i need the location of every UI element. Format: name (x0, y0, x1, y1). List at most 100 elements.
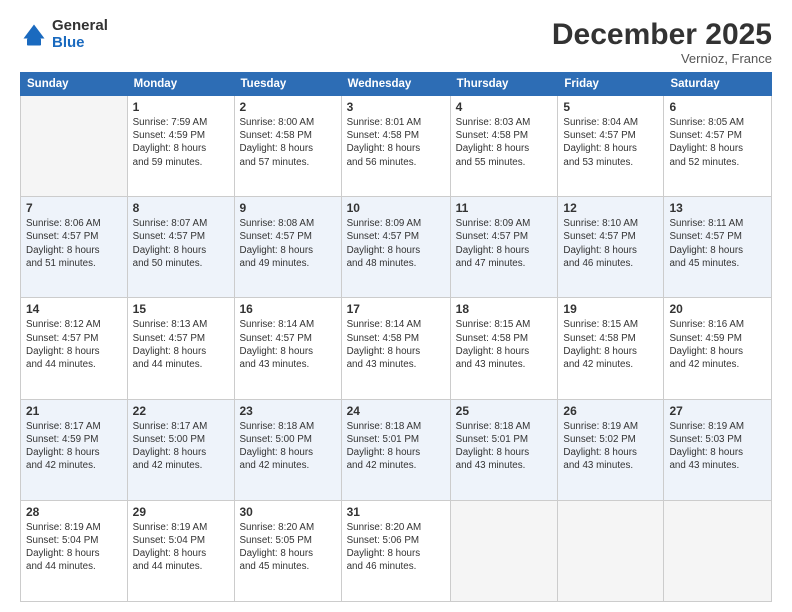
day-number: 26 (563, 404, 658, 418)
day-number: 5 (563, 100, 658, 114)
daylight-minutes-text: and 43 minutes. (456, 459, 553, 472)
daylight-text: Daylight: 8 hours (26, 446, 122, 459)
sunrise-text: Sunrise: 8:07 AM (133, 217, 229, 230)
daylight-text: Daylight: 8 hours (26, 547, 122, 560)
calendar-cell: 16 Sunrise: 8:14 AM Sunset: 4:57 PM Dayl… (234, 298, 341, 399)
sunset-text: Sunset: 4:57 PM (456, 230, 553, 243)
calendar-cell: 5 Sunrise: 8:04 AM Sunset: 4:57 PM Dayli… (558, 96, 664, 197)
calendar-week-row: 14 Sunrise: 8:12 AM Sunset: 4:57 PM Dayl… (21, 298, 772, 399)
sunset-text: Sunset: 4:57 PM (133, 332, 229, 345)
daylight-text: Daylight: 8 hours (347, 345, 445, 358)
header-friday: Friday (558, 73, 664, 96)
header-tuesday: Tuesday (234, 73, 341, 96)
daylight-text: Daylight: 8 hours (669, 244, 766, 257)
daylight-minutes-text: and 44 minutes. (26, 560, 122, 573)
daylight-minutes-text: and 42 minutes. (563, 358, 658, 371)
day-number: 10 (347, 201, 445, 215)
calendar-cell: 12 Sunrise: 8:10 AM Sunset: 4:57 PM Dayl… (558, 197, 664, 298)
sunset-text: Sunset: 5:02 PM (563, 433, 658, 446)
day-number: 15 (133, 302, 229, 316)
daylight-minutes-text: and 49 minutes. (240, 257, 336, 270)
header-thursday: Thursday (450, 73, 558, 96)
sunset-text: Sunset: 4:57 PM (240, 230, 336, 243)
calendar-cell: 29 Sunrise: 8:19 AM Sunset: 5:04 PM Dayl… (127, 500, 234, 601)
daylight-text: Daylight: 8 hours (347, 446, 445, 459)
daylight-minutes-text: and 59 minutes. (133, 156, 229, 169)
calendar-cell: 19 Sunrise: 8:15 AM Sunset: 4:58 PM Dayl… (558, 298, 664, 399)
day-number: 14 (26, 302, 122, 316)
calendar-cell: 27 Sunrise: 8:19 AM Sunset: 5:03 PM Dayl… (664, 399, 772, 500)
daylight-text: Daylight: 8 hours (240, 345, 336, 358)
daylight-text: Daylight: 8 hours (240, 446, 336, 459)
sunset-text: Sunset: 5:03 PM (669, 433, 766, 446)
daylight-text: Daylight: 8 hours (563, 142, 658, 155)
sunset-text: Sunset: 4:57 PM (347, 230, 445, 243)
daylight-minutes-text: and 42 minutes. (26, 459, 122, 472)
sunrise-text: Sunrise: 8:08 AM (240, 217, 336, 230)
daylight-minutes-text: and 48 minutes. (347, 257, 445, 270)
sunrise-text: Sunrise: 8:00 AM (240, 116, 336, 129)
day-number: 21 (26, 404, 122, 418)
daylight-minutes-text: and 46 minutes. (347, 560, 445, 573)
calendar-cell: 7 Sunrise: 8:06 AM Sunset: 4:57 PM Dayli… (21, 197, 128, 298)
sunrise-text: Sunrise: 8:18 AM (347, 420, 445, 433)
sunset-text: Sunset: 4:58 PM (347, 332, 445, 345)
sunrise-text: Sunrise: 8:05 AM (669, 116, 766, 129)
daylight-text: Daylight: 8 hours (669, 142, 766, 155)
header-saturday: Saturday (664, 73, 772, 96)
daylight-text: Daylight: 8 hours (669, 345, 766, 358)
daylight-minutes-text: and 44 minutes. (133, 358, 229, 371)
logo-icon (20, 21, 48, 49)
calendar-week-row: 28 Sunrise: 8:19 AM Sunset: 5:04 PM Dayl… (21, 500, 772, 601)
daylight-text: Daylight: 8 hours (563, 244, 658, 257)
sunrise-text: Sunrise: 8:11 AM (669, 217, 766, 230)
daylight-minutes-text: and 45 minutes. (240, 560, 336, 573)
sunset-text: Sunset: 4:58 PM (347, 129, 445, 142)
sunset-text: Sunset: 4:58 PM (563, 332, 658, 345)
sunrise-text: Sunrise: 8:01 AM (347, 116, 445, 129)
calendar-cell: 9 Sunrise: 8:08 AM Sunset: 4:57 PM Dayli… (234, 197, 341, 298)
calendar-cell (664, 500, 772, 601)
sunset-text: Sunset: 5:04 PM (133, 534, 229, 547)
sunrise-text: Sunrise: 8:15 AM (563, 318, 658, 331)
calendar-cell: 6 Sunrise: 8:05 AM Sunset: 4:57 PM Dayli… (664, 96, 772, 197)
daylight-minutes-text: and 44 minutes. (26, 358, 122, 371)
calendar-cell: 25 Sunrise: 8:18 AM Sunset: 5:01 PM Dayl… (450, 399, 558, 500)
calendar-cell: 4 Sunrise: 8:03 AM Sunset: 4:58 PM Dayli… (450, 96, 558, 197)
weekday-header-row: Sunday Monday Tuesday Wednesday Thursday… (21, 73, 772, 96)
calendar-cell (450, 500, 558, 601)
sunset-text: Sunset: 5:01 PM (347, 433, 445, 446)
sunrise-text: Sunrise: 8:09 AM (456, 217, 553, 230)
daylight-minutes-text: and 55 minutes. (456, 156, 553, 169)
calendar-cell: 14 Sunrise: 8:12 AM Sunset: 4:57 PM Dayl… (21, 298, 128, 399)
sunset-text: Sunset: 4:57 PM (563, 129, 658, 142)
day-number: 23 (240, 404, 336, 418)
sunrise-text: Sunrise: 8:14 AM (347, 318, 445, 331)
calendar-cell: 30 Sunrise: 8:20 AM Sunset: 5:05 PM Dayl… (234, 500, 341, 601)
daylight-text: Daylight: 8 hours (347, 142, 445, 155)
logo: General Blue (20, 18, 108, 51)
page: General Blue December 2025 Vernioz, Fran… (0, 0, 792, 612)
sunrise-text: Sunrise: 8:09 AM (347, 217, 445, 230)
calendar-cell: 10 Sunrise: 8:09 AM Sunset: 4:57 PM Dayl… (341, 197, 450, 298)
sunrise-text: Sunrise: 8:10 AM (563, 217, 658, 230)
daylight-text: Daylight: 8 hours (26, 244, 122, 257)
day-number: 31 (347, 505, 445, 519)
calendar-cell: 21 Sunrise: 8:17 AM Sunset: 4:59 PM Dayl… (21, 399, 128, 500)
daylight-text: Daylight: 8 hours (240, 142, 336, 155)
daylight-text: Daylight: 8 hours (456, 446, 553, 459)
calendar-cell: 22 Sunrise: 8:17 AM Sunset: 5:00 PM Dayl… (127, 399, 234, 500)
sunset-text: Sunset: 4:57 PM (26, 332, 122, 345)
calendar-week-row: 1 Sunrise: 7:59 AM Sunset: 4:59 PM Dayli… (21, 96, 772, 197)
daylight-text: Daylight: 8 hours (669, 446, 766, 459)
daylight-text: Daylight: 8 hours (563, 446, 658, 459)
day-number: 7 (26, 201, 122, 215)
day-number: 4 (456, 100, 553, 114)
header-monday: Monday (127, 73, 234, 96)
sunrise-text: Sunrise: 8:20 AM (347, 521, 445, 534)
sunrise-text: Sunrise: 8:17 AM (133, 420, 229, 433)
day-number: 22 (133, 404, 229, 418)
sunrise-text: Sunrise: 8:04 AM (563, 116, 658, 129)
daylight-minutes-text: and 43 minutes. (456, 358, 553, 371)
logo-general: General (52, 17, 108, 34)
